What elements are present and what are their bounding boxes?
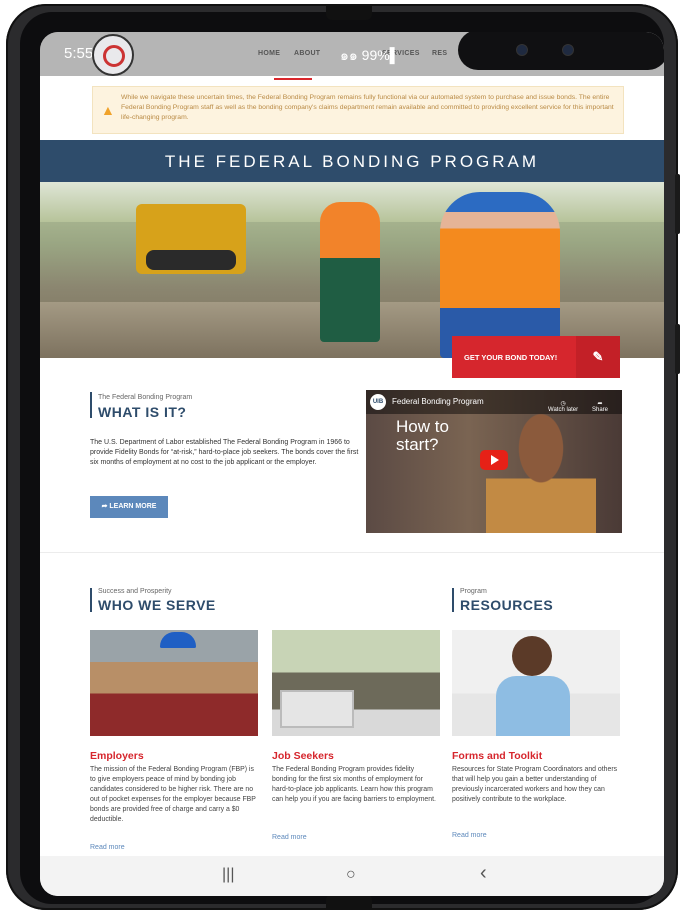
video-player[interactable]: UIB Federal Bonding Program ◷ Watch later… (366, 390, 622, 533)
worker-graphic (440, 192, 560, 358)
card-title-job-seekers[interactable]: Job Seekers (272, 750, 334, 762)
resources-kicker: Program (460, 588, 487, 595)
whatis-description: The U.S. Department of Labor established… (90, 439, 359, 466)
covid-alert: ▲ While we navigate these uncertain time… (92, 86, 624, 134)
read-more-link[interactable]: Read more (90, 844, 125, 851)
home-icon[interactable]: ○ (346, 866, 356, 884)
camera-cutout (458, 32, 664, 70)
nav-resources[interactable]: RES (432, 50, 447, 57)
edit-icon: ✎ (576, 336, 620, 378)
employer-photo[interactable] (90, 630, 258, 736)
status-signal-battery: ๑๑ 99%▌ (340, 47, 400, 63)
video-overlay-text: How to start? (396, 417, 449, 454)
camera-icon (516, 44, 528, 56)
whatis-title: WHAT IS IT? (98, 404, 187, 420)
excavator-graphic (136, 204, 246, 274)
watch-later-button[interactable]: ◷ Watch later (548, 400, 578, 413)
presenter-graphic (486, 412, 596, 533)
section-accent (90, 392, 92, 418)
share-button[interactable]: ➦ Share (592, 400, 608, 413)
camera-icon (562, 44, 574, 56)
page-banner: THE FEDERAL BONDING PROGRAM (40, 140, 664, 182)
alert-text: While we navigate these uncertain times,… (121, 94, 614, 121)
whatis-kicker: The Federal Bonding Program (98, 394, 193, 401)
video-title[interactable]: Federal Bonding Program (392, 397, 484, 406)
recents-icon[interactable]: ||| (222, 866, 234, 884)
channel-logo[interactable]: UIB (370, 394, 386, 410)
get-bond-label: GET YOUR BOND TODAY! (464, 353, 558, 362)
screen: 5:55 PM HOME ABOUT SERVICES RES ๑๑ 99%▌ … (40, 32, 664, 896)
volume-button (675, 174, 680, 234)
who-title: WHO WE SERVE (98, 597, 216, 613)
card-title-forms[interactable]: Forms and Toolkit (452, 750, 542, 762)
learn-more-button[interactable]: ➦ LEARN MORE (90, 496, 168, 518)
hinge-bottom (326, 894, 372, 910)
active-nav-indicator (274, 78, 312, 80)
read-more-link[interactable]: Read more (452, 832, 487, 839)
site-logo[interactable] (92, 34, 134, 76)
read-more-link[interactable]: Read more (272, 834, 307, 841)
hero-image (40, 182, 664, 358)
learn-more-label: LEARN MORE (109, 503, 157, 510)
worker-graphic (320, 202, 380, 342)
power-button (675, 324, 680, 374)
resources-title: RESOURCES (460, 597, 554, 613)
warning-icon: ▲ (101, 102, 115, 118)
card-text-employers: The mission of the Federal Bonding Progr… (90, 766, 256, 823)
get-bond-button[interactable]: GET YOUR BOND TODAY! ✎ (452, 336, 620, 378)
hinge-top (326, 4, 372, 20)
job-seeker-photo[interactable] (272, 630, 440, 736)
play-icon[interactable] (480, 450, 508, 470)
system-nav-bar: ||| ○ ‹ (40, 856, 664, 896)
phone-frame: 5:55 PM HOME ABOUT SERVICES RES ๑๑ 99%▌ … (6, 4, 680, 910)
who-kicker: Success and Prosperity (98, 588, 172, 595)
status-bar: 5:55 PM HOME ABOUT SERVICES RES ๑๑ 99%▌ (40, 32, 664, 76)
toolkit-photo[interactable] (452, 630, 620, 736)
back-icon[interactable]: ‹ (480, 862, 487, 885)
nav-home[interactable]: HOME (258, 50, 280, 57)
card-text-job-seekers: The Federal Bonding Program provides fid… (272, 766, 436, 803)
section-accent (90, 588, 92, 612)
nav-about[interactable]: ABOUT (294, 50, 320, 57)
card-text-forms: Resources for State Program Coordinators… (452, 766, 618, 803)
section-accent (452, 588, 454, 612)
divider (40, 552, 664, 553)
card-title-employers[interactable]: Employers (90, 750, 144, 762)
